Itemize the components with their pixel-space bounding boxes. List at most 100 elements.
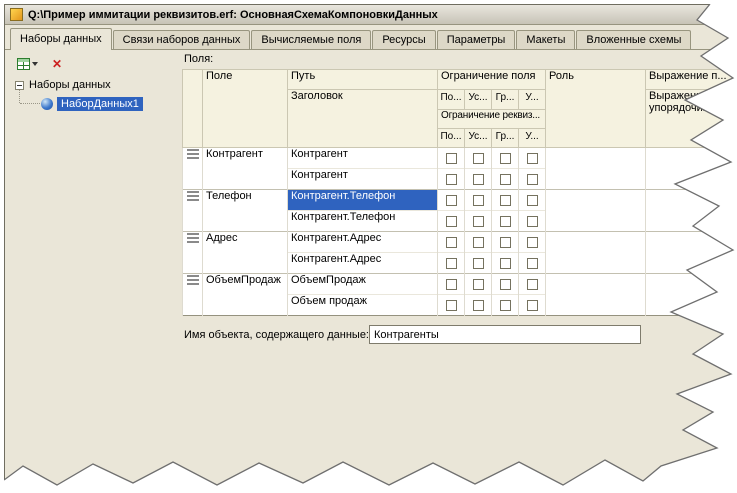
col-header-cb-pole: По... <box>438 90 465 110</box>
tree-item-nabory-dannykh[interactable]: Наборы данных <box>15 79 111 91</box>
checkbox[interactable] <box>473 195 484 206</box>
table-add-icon <box>17 58 30 70</box>
tab-vychislyaemye-polya[interactable]: Вычисляемые поля <box>251 30 371 49</box>
delete-dataset-button[interactable]: ✕ <box>48 53 66 75</box>
dataset-icon <box>41 98 53 110</box>
datasets-toolbar: ✕ <box>13 53 66 75</box>
checkbox[interactable] <box>527 300 538 311</box>
app-window: Q:\Пример иммитации реквизитов.erf: Осно… <box>4 4 733 489</box>
tab-vlozhennye-skhemy[interactable]: Вложенные схемы <box>576 30 691 49</box>
page: Q:\Пример иммитации реквизитов.erf: Осно… <box>0 0 737 493</box>
checkbox[interactable] <box>446 279 457 290</box>
checkbox[interactable] <box>500 300 511 311</box>
col-header-field: Поле <box>203 70 288 148</box>
checkbox[interactable] <box>527 237 538 248</box>
cell-role[interactable] <box>546 190 646 232</box>
checkbox[interactable] <box>473 153 484 164</box>
cell-expression[interactable] <box>646 232 737 274</box>
cell-role[interactable] <box>546 232 646 274</box>
checkbox[interactable] <box>473 237 484 248</box>
cell-path[interactable]: Контрагент.Адрес <box>288 232 438 253</box>
checkbox[interactable] <box>500 153 511 164</box>
cell-role[interactable] <box>546 274 646 316</box>
tree-child-label: НаборДанных1 <box>57 97 143 111</box>
checkbox[interactable] <box>473 279 484 290</box>
checkbox[interactable] <box>473 174 484 185</box>
checkbox[interactable] <box>527 279 538 290</box>
field-icon <box>187 191 199 201</box>
checkbox[interactable] <box>527 216 538 227</box>
field-row: Телефон Контрагент.Телефон <box>183 190 737 211</box>
window-icon <box>10 8 23 21</box>
title-bar: Q:\Пример иммитации реквизитов.erf: Осно… <box>5 5 732 25</box>
cell-field[interactable]: ОбъемПродаж <box>203 274 288 316</box>
col-header-role: Роль <box>546 70 646 148</box>
cell-field[interactable]: Контрагент <box>203 148 288 190</box>
col-header-cb-uslovie: Ус... <box>465 129 492 148</box>
field-row: Адрес Контрагент.Адрес <box>183 232 737 253</box>
tab-strip: Наборы данных Связи наборов данных Вычис… <box>5 25 732 49</box>
checkbox[interactable] <box>500 258 511 269</box>
col-header-cb-pole: По... <box>438 129 465 148</box>
tree-item-nabordannykh1[interactable]: НаборДанных1 <box>41 97 143 111</box>
col-header-cb-gruppa: Гр... <box>492 129 519 148</box>
field-icon <box>187 233 199 243</box>
checkbox[interactable] <box>446 195 457 206</box>
field-row: ОбъемПродаж ОбъемПродаж <box>183 274 737 295</box>
cell-role[interactable] <box>546 148 646 190</box>
checkbox[interactable] <box>446 153 457 164</box>
cell-title[interactable]: Объем продаж <box>288 295 438 316</box>
checkbox[interactable] <box>446 300 457 311</box>
cell-field[interactable]: Телефон <box>203 190 288 232</box>
tab-resursy[interactable]: Ресурсы <box>372 30 435 49</box>
checkbox[interactable] <box>473 300 484 311</box>
tab-svyazi-naborov-dannykh[interactable]: Связи наборов данных <box>113 30 251 49</box>
checkbox[interactable] <box>500 237 511 248</box>
checkbox[interactable] <box>500 174 511 185</box>
col-header-field-restriction: Ограничение поля <box>438 70 546 90</box>
cell-path-selected[interactable]: Контрагент.Телефон <box>288 190 438 211</box>
tab-makety[interactable]: Макеты <box>516 30 575 49</box>
checkbox[interactable] <box>527 195 538 206</box>
col-header-expression: Выражение п... <box>646 70 737 90</box>
window-title: Q:\Пример иммитации реквизитов.erf: Осно… <box>28 9 438 21</box>
field-row: Контрагент Контрагент <box>183 148 737 169</box>
cell-expression[interactable] <box>646 274 737 316</box>
col-header-cb-uporyad: У... <box>519 129 546 148</box>
col-header-title: Заголовок <box>288 90 438 148</box>
checkbox[interactable] <box>473 216 484 227</box>
checkbox[interactable] <box>446 174 457 185</box>
tab-parametry[interactable]: Параметры <box>437 30 516 49</box>
checkbox[interactable] <box>473 258 484 269</box>
delete-x-icon: ✕ <box>52 58 62 70</box>
cell-path[interactable]: ОбъемПродаж <box>288 274 438 295</box>
field-icon-cell <box>183 190 203 232</box>
cell-title[interactable]: Контрагент.Адрес <box>288 253 438 274</box>
cell-field[interactable]: Адрес <box>203 232 288 274</box>
cell-title[interactable]: Контрагент <box>288 169 438 190</box>
cell-expression[interactable] <box>646 190 737 232</box>
checkbox[interactable] <box>500 195 511 206</box>
checkbox[interactable] <box>500 216 511 227</box>
cell-expression[interactable] <box>646 148 737 190</box>
cell-title[interactable]: Контрагент.Телефон <box>288 211 438 232</box>
checkbox[interactable] <box>527 258 538 269</box>
object-name-input[interactable] <box>369 325 641 344</box>
add-dataset-button[interactable] <box>13 53 42 75</box>
col-header-path: Путь <box>288 70 438 90</box>
checkbox[interactable] <box>527 153 538 164</box>
checkbox[interactable] <box>446 237 457 248</box>
col-header-expression-sub: Выражения упорядочива... <box>646 90 737 148</box>
col-header-cb-uporyad: У... <box>519 90 546 110</box>
cell-path[interactable]: Контрагент <box>288 148 438 169</box>
field-icon-cell <box>183 148 203 190</box>
checkbox[interactable] <box>527 174 538 185</box>
checkbox[interactable] <box>500 279 511 290</box>
col-header-cb-gruppa: Гр... <box>492 90 519 110</box>
checkbox[interactable] <box>446 258 457 269</box>
tab-nabory-dannykh[interactable]: Наборы данных <box>10 28 112 50</box>
collapse-expander-icon[interactable] <box>15 81 24 90</box>
field-icon <box>187 149 199 159</box>
col-header-icon <box>183 70 203 148</box>
checkbox[interactable] <box>446 216 457 227</box>
